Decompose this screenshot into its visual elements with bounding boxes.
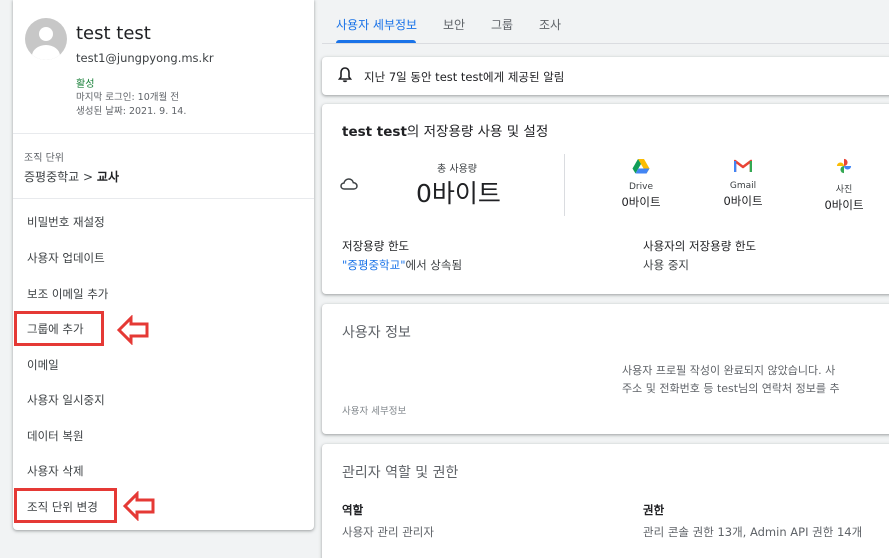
email-button[interactable]: 이메일 — [27, 357, 59, 373]
total-usage-value: 0바이트 — [416, 179, 501, 208]
user-info-card[interactable]: 사용자 정보 사용자 프로필 작성이 완료되지 않았습니다. 사 주소 및 전화… — [322, 304, 889, 434]
divider — [564, 154, 565, 216]
last-login: 마지막 로그인: 10개월 전 — [76, 92, 180, 103]
update-user-button[interactable]: 사용자 업데이트 — [27, 250, 105, 266]
gmail-usage: Gmail 0바이트 — [708, 158, 778, 209]
tab-security[interactable]: 보안 — [443, 16, 465, 33]
org-unit-label: 조직 단위 — [24, 153, 64, 164]
user-info-footer: 사용자 세부정보 — [342, 406, 407, 417]
org-separator: > — [83, 170, 94, 184]
divider — [13, 198, 314, 199]
drive-icon — [632, 159, 650, 174]
delete-user-button[interactable]: 사용자 삭제 — [27, 463, 84, 479]
divider — [13, 133, 314, 134]
admin-roles-card[interactable]: 관리자 역할 및 권한 역할 사용자 관리 관리자 권한 관리 콘솔 권한 13… — [322, 444, 889, 558]
role-value: 사용자 관리 관리자 — [342, 525, 434, 539]
user-info-message: 주소 및 전화번호 등 test님의 연락처 정보를 추 — [622, 382, 840, 395]
storage-title: test test의 저장용량 사용 및 설정 — [342, 124, 549, 140]
avatar — [25, 18, 67, 60]
restore-data-button[interactable]: 데이터 복원 — [27, 428, 84, 444]
quota-link[interactable]: "증평중학교" — [342, 258, 405, 272]
org-parent: 증평중학교 — [24, 170, 80, 184]
admin-roles-title: 관리자 역할 및 권한 — [342, 465, 459, 481]
user-email: test1@jungpyong.ms.kr — [76, 51, 214, 65]
user-quota-value: 사용 중지 — [643, 258, 689, 272]
permission-header: 권한 — [643, 503, 665, 517]
alerts-card[interactable]: 지난 7일 동안 test test에게 제공된 알림 — [322, 57, 889, 95]
cloud-icon — [340, 178, 358, 190]
photos-icon — [836, 158, 852, 174]
quota-value: "증평중학교"에서 상속됨 — [342, 258, 463, 272]
add-secondary-email-button[interactable]: 보조 이메일 추가 — [27, 286, 108, 302]
suspend-user-button[interactable]: 사용자 일시중지 — [27, 392, 105, 408]
gmail-icon — [733, 159, 753, 172]
tab-groups[interactable]: 그룹 — [491, 16, 513, 33]
drive-usage: Drive 0바이트 — [606, 158, 676, 210]
photos-usage: 사진 0바이트 — [809, 158, 879, 213]
alerts-text: 지난 7일 동안 test test에게 제공된 알림 — [364, 70, 565, 84]
tab-user-details[interactable]: 사용자 세부정보 — [336, 16, 417, 33]
divider — [322, 43, 889, 44]
arrow-left-icon — [116, 315, 149, 345]
highlight-box-add-group — [14, 311, 104, 346]
org-unit-path: 증평중학교 > 교사 — [24, 168, 119, 185]
highlight-box-change-org — [14, 488, 117, 523]
user-summary-card: test test test1@jungpyong.ms.kr 활성 마지막 로… — [13, 0, 314, 530]
created-date: 생성된 날짜: 2021. 9. 14. — [76, 106, 187, 117]
storage-card: test test의 저장용량 사용 및 설정 총 사용량 0바이트 Drive… — [322, 104, 889, 294]
org-current: 교사 — [96, 170, 120, 184]
role-header: 역할 — [342, 503, 364, 517]
quota-label: 저장용량 한도 — [342, 239, 410, 253]
reset-password-button[interactable]: 비밀번호 재설정 — [27, 214, 105, 230]
user-info-title: 사용자 정보 — [342, 325, 411, 341]
user-name: test test — [76, 23, 151, 44]
user-info-message: 사용자 프로필 작성이 완료되지 않았습니다. 사 — [622, 364, 836, 377]
user-quota-label: 사용자의 저장용량 한도 — [643, 239, 757, 253]
tab-investigation[interactable]: 조사 — [539, 16, 561, 33]
bell-icon — [338, 67, 352, 83]
arrow-left-icon — [122, 491, 155, 521]
permission-value: 관리 콘솔 권한 13개, Admin API 권한 14개 — [643, 525, 863, 539]
total-usage-label: 총 사용량 — [437, 164, 477, 175]
status-badge: 활성 — [76, 79, 95, 90]
